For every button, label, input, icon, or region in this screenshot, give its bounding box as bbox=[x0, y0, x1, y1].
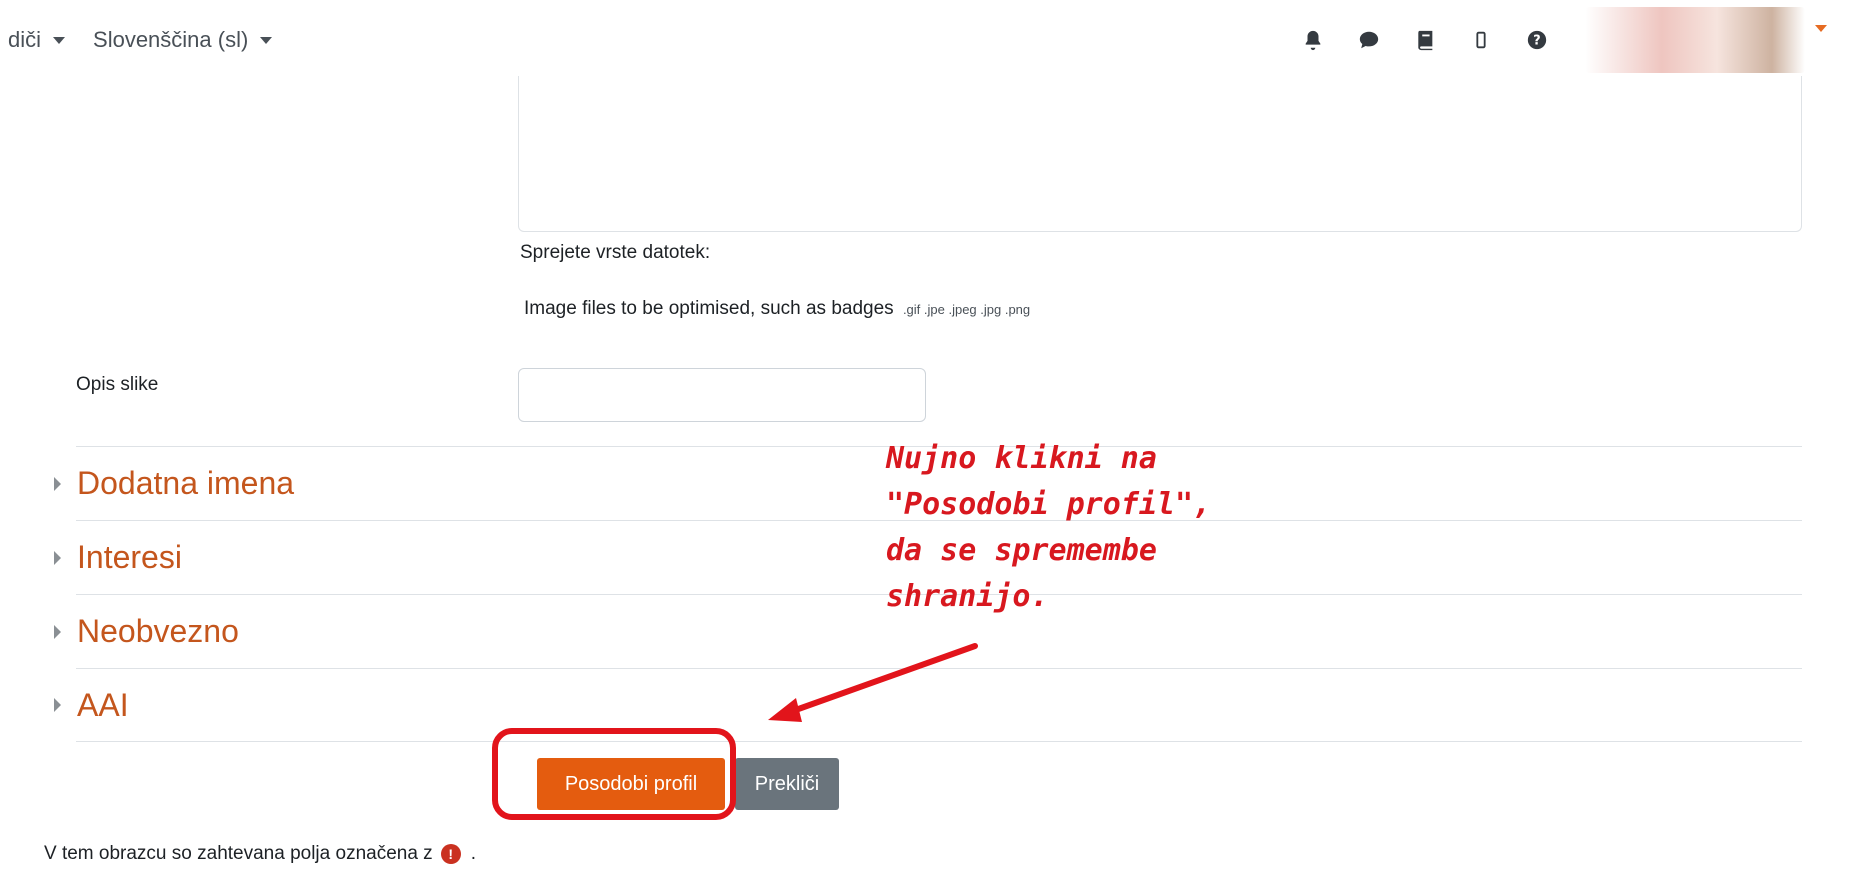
annotation-line: "Posodobi profil", bbox=[886, 487, 1212, 522]
annotation-text: Nujno klikni na "Posodobi profil", da se… bbox=[886, 436, 1211, 620]
file-drop-zone[interactable] bbox=[518, 76, 1802, 232]
section-title: Interesi bbox=[77, 539, 182, 575]
language-label: Slovenščina (sl) bbox=[93, 27, 249, 52]
accepted-file-types: Image files to be optimised, such as bad… bbox=[524, 298, 1030, 320]
bell-icon[interactable] bbox=[1289, 16, 1337, 64]
expand-triangle-icon bbox=[54, 698, 61, 712]
user-menu-caret-icon[interactable] bbox=[1815, 24, 1827, 32]
annotation-line: Nujno klikni na bbox=[886, 441, 1157, 476]
user-avatar[interactable] bbox=[1585, 7, 1805, 73]
section-aai[interactable]: AAI bbox=[54, 668, 1802, 742]
section-title: AAI bbox=[77, 686, 129, 723]
image-description-input[interactable] bbox=[518, 368, 926, 422]
language-menu[interactable]: Slovenščina (sl) bbox=[93, 27, 273, 53]
expand-triangle-icon bbox=[54, 624, 61, 639]
section-title: Dodatna imena bbox=[77, 465, 295, 501]
required-note-text: V tem obrazcu so zahtevana polja označen… bbox=[44, 843, 433, 864]
chat-bubble-icon[interactable] bbox=[1345, 16, 1393, 64]
caret-down-icon bbox=[260, 36, 273, 44]
nav-menu-label: diči bbox=[8, 27, 42, 52]
accepted-file-types-label: Sprejete vrste datotek: bbox=[520, 242, 711, 263]
annotation-line: da se spremembe bbox=[886, 533, 1157, 568]
expand-triangle-icon bbox=[54, 550, 61, 565]
book-icon[interactable] bbox=[1401, 16, 1449, 64]
image-description-label: Opis slike bbox=[76, 374, 159, 395]
accepted-types-description: Image files to be optimised, such as bad… bbox=[524, 298, 894, 319]
nav-menu-dropdown[interactable]: diči bbox=[8, 27, 66, 53]
required-fields-note: V tem obrazcu so zahtevana polja označen… bbox=[44, 843, 476, 865]
required-exclamation-icon: ! bbox=[440, 844, 461, 864]
question-circle-icon[interactable]: ? bbox=[1513, 16, 1561, 64]
accepted-extensions: .gif .jpe .jpeg .jpg .png bbox=[902, 302, 1031, 317]
top-navbar: diči Slovenščina (sl) ? bbox=[0, 0, 1851, 80]
section-title: Neobvezno bbox=[77, 613, 239, 649]
update-profile-button[interactable]: Posodobi profil bbox=[537, 758, 725, 810]
mobile-phone-icon[interactable] bbox=[1457, 16, 1505, 64]
svg-text:?: ? bbox=[1533, 34, 1540, 49]
nav-right-group: ? bbox=[1285, 0, 1851, 80]
required-note-suffix: . bbox=[470, 843, 476, 864]
annotation-line: shranijo. bbox=[886, 579, 1049, 614]
expand-triangle-icon bbox=[54, 476, 61, 491]
caret-down-icon bbox=[53, 36, 66, 44]
cancel-button[interactable]: Prekliči bbox=[735, 758, 839, 810]
